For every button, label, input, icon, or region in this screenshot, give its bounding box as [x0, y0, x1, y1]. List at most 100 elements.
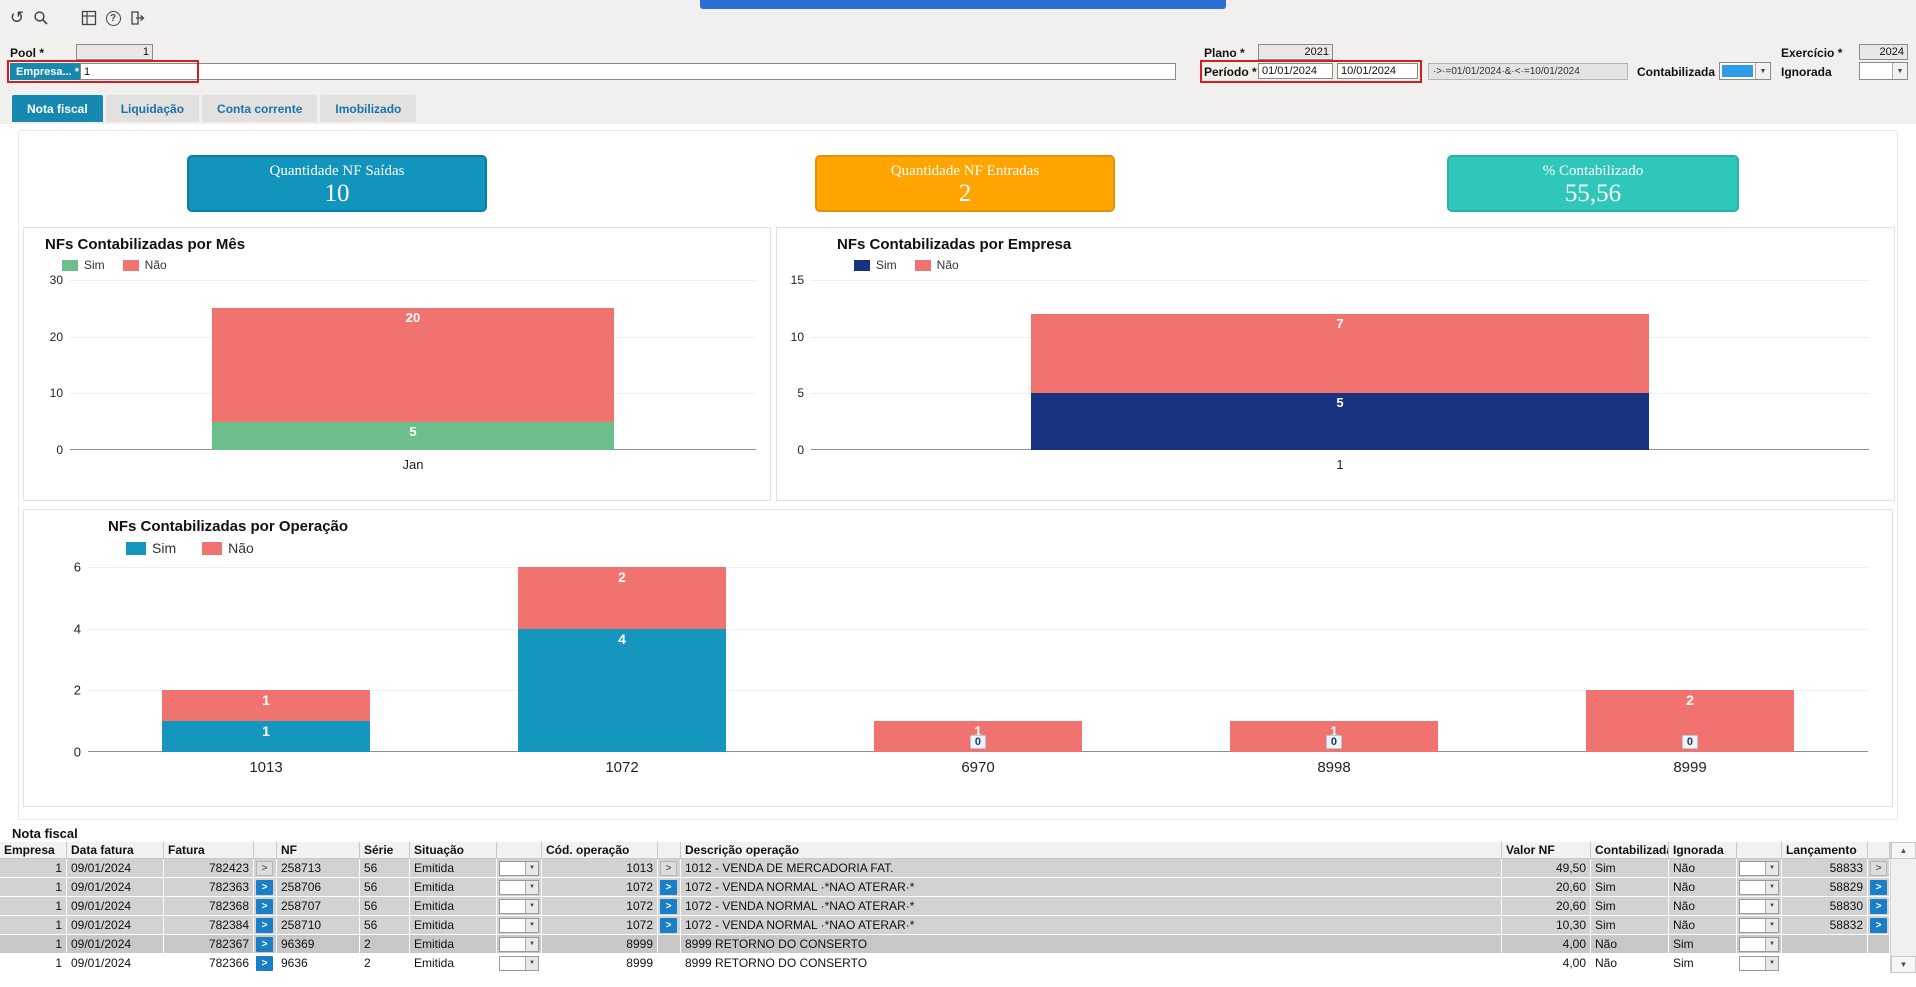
y-tick-label: 10	[790, 329, 804, 344]
open-lancamento-button[interactable]: >	[1870, 879, 1887, 895]
cell-descricao: 1012 - VENDA DE MERCADORIA FAT.	[681, 859, 1502, 877]
grid-icon[interactable]	[78, 7, 100, 29]
y-tick-label: 0	[797, 443, 804, 457]
chevron-down-icon: ▼	[525, 937, 538, 951]
button-cell: >	[1868, 878, 1890, 896]
help-icon[interactable]: ?	[102, 7, 124, 29]
scroll-down-icon[interactable]: ▼	[1891, 956, 1916, 973]
bar-value-label: 4	[618, 630, 626, 647]
empresa-button[interactable]: Empresa... *	[10, 63, 85, 80]
open-fatura-button[interactable]: >	[256, 879, 273, 895]
scroll-up-icon[interactable]: ▲	[1891, 842, 1916, 859]
cell-situacao: Emitida	[410, 859, 497, 877]
column-header: Data fatura	[67, 842, 164, 858]
dropdown-cell: ▼	[1737, 916, 1782, 934]
exercicio-label: Exercício *	[1781, 46, 1843, 60]
button-cell	[1868, 935, 1890, 953]
open-operacao-button[interactable]: >	[660, 860, 677, 876]
open-lancamento-button[interactable]: >	[1870, 860, 1887, 876]
open-operacao-button[interactable]: >	[660, 879, 677, 895]
exit-icon[interactable]	[126, 7, 148, 29]
legend-swatch	[126, 541, 146, 555]
legend-label: Sim	[84, 258, 105, 272]
periodo-to-input[interactable]: 10/01/2024	[1337, 63, 1418, 79]
button-cell: >	[658, 916, 681, 934]
search-icon[interactable]	[30, 7, 52, 29]
chart-nfs-por-empresa: NFs Contabilizadas por Empresa Sim Não 0 5 10…	[776, 227, 1895, 501]
situacao-dropdown[interactable]: ▼	[499, 936, 539, 952]
legend-label: Sim	[152, 540, 177, 556]
x-category-label: 1072	[605, 759, 639, 776]
ignorada-dropdown[interactable]: ▼	[1739, 898, 1779, 914]
open-fatura-button[interactable]: >	[256, 955, 273, 971]
open-operacao-button[interactable]: >	[660, 917, 677, 933]
tab-imobilizado[interactable]: Imobilizado	[320, 95, 417, 122]
open-fatura-button[interactable]: >	[256, 917, 273, 933]
tab-nota-fiscal[interactable]: Nota fiscal	[12, 95, 103, 122]
bar-value-label: 1	[262, 723, 270, 740]
dropdown-cell: ▼	[1737, 878, 1782, 896]
cell-data-fatura: 09/01/2024	[67, 897, 164, 915]
ignorada-dropdown[interactable]: ▼	[1739, 936, 1779, 952]
dropdown-cell: ▼	[497, 878, 542, 896]
button-cell: >	[254, 897, 277, 915]
tab-bar: Nota fiscal Liquidação Conta corrente Imobi…	[12, 95, 417, 122]
x-category-label: 8999	[1673, 759, 1707, 776]
table-row: 1 09/01/2024 782366 >9636 2 Emitida ▼ 8999 8999 …	[0, 954, 1890, 973]
contabilizada-select[interactable]: ▼	[1719, 62, 1771, 80]
ignorada-dropdown[interactable]: ▼	[1739, 860, 1779, 876]
table-scrollbar[interactable]: ▲ ▼	[1890, 842, 1916, 973]
ignorada-select[interactable]: ▼	[1859, 62, 1908, 80]
y-tick-label: 20	[49, 329, 63, 344]
tab-liquida-o[interactable]: Liquidação	[105, 95, 200, 122]
ignorada-dropdown[interactable]: ▼	[1739, 879, 1779, 895]
cell-ignorada: Sim	[1669, 954, 1737, 972]
bar-value-label: 2	[1686, 692, 1694, 709]
cell-descricao: 1072 - VENDA NORMAL ·*NAO ATERAR·*	[681, 916, 1502, 934]
chevron-down-icon: ▼	[525, 861, 538, 875]
legend-label: Não	[936, 258, 959, 272]
exercicio-input[interactable]: 2024	[1859, 44, 1908, 60]
nf-table-section: Nota fiscal Empresa Data fatura Fatura NF Sé…	[0, 826, 1916, 973]
open-lancamento-button[interactable]: >	[1870, 917, 1887, 933]
cell-descricao: 1072 - VENDA NORMAL ·*NAO ATERAR·*	[681, 897, 1502, 915]
open-fatura-button[interactable]: >	[256, 936, 273, 952]
tab-conta-corrente[interactable]: Conta corrente	[202, 95, 318, 122]
y-tick-label: 15	[790, 273, 804, 287]
open-lancamento-button[interactable]: >	[1870, 898, 1887, 914]
empresa-input[interactable]: 1	[80, 63, 1176, 80]
cell-data-fatura: 09/01/2024	[67, 935, 164, 953]
open-operacao-button[interactable]: >	[660, 898, 677, 914]
open-fatura-button[interactable]: >	[256, 898, 273, 914]
situacao-dropdown[interactable]: ▼	[499, 955, 539, 971]
cell-cod-operacao: 1072	[542, 878, 658, 896]
zero-value: 0	[969, 735, 987, 749]
open-fatura-button[interactable]: >	[256, 860, 273, 876]
chart-legend: Sim Não	[854, 258, 959, 272]
ignorada-dropdown[interactable]: ▼	[1739, 917, 1779, 933]
chevron-down-icon: ▼	[1765, 918, 1778, 932]
cell-valor-nf: 20,60	[1502, 897, 1591, 915]
cell-contabilizada: Sim	[1591, 859, 1669, 877]
button-cell: >	[254, 878, 277, 896]
cell-empresa: 1	[0, 954, 67, 972]
undo-icon[interactable]: ↺	[6, 7, 28, 29]
plano-input[interactable]: 2021	[1258, 44, 1333, 60]
cell-data-fatura: 09/01/2024	[67, 878, 164, 896]
pool-input[interactable]: 1	[76, 44, 153, 60]
cell-valor-nf: 4,00	[1502, 935, 1591, 953]
contabilizada-swatch	[1722, 65, 1753, 77]
cell-fatura: 782384	[164, 916, 254, 934]
situacao-dropdown[interactable]: ▼	[499, 898, 539, 914]
periodo-from-input[interactable]: 01/01/2024	[1258, 63, 1333, 79]
ignorada-dropdown[interactable]: ▼	[1739, 955, 1779, 971]
situacao-dropdown[interactable]: ▼	[499, 879, 539, 895]
column-header: Valor NF	[1502, 842, 1591, 858]
situacao-dropdown[interactable]: ▼	[499, 917, 539, 933]
chevron-down-icon: ▼	[1755, 63, 1770, 79]
bar-segment: 20	[212, 308, 614, 422]
cell-situacao: Emitida	[410, 878, 497, 896]
situacao-dropdown[interactable]: ▼	[499, 860, 539, 876]
app-window: ↺ ? Pool * 1 Empresa... * 1 Plano * 2021…	[0, 0, 1916, 987]
table-header-row: Empresa Data fatura Fatura NF Série Situação C…	[0, 842, 1890, 859]
